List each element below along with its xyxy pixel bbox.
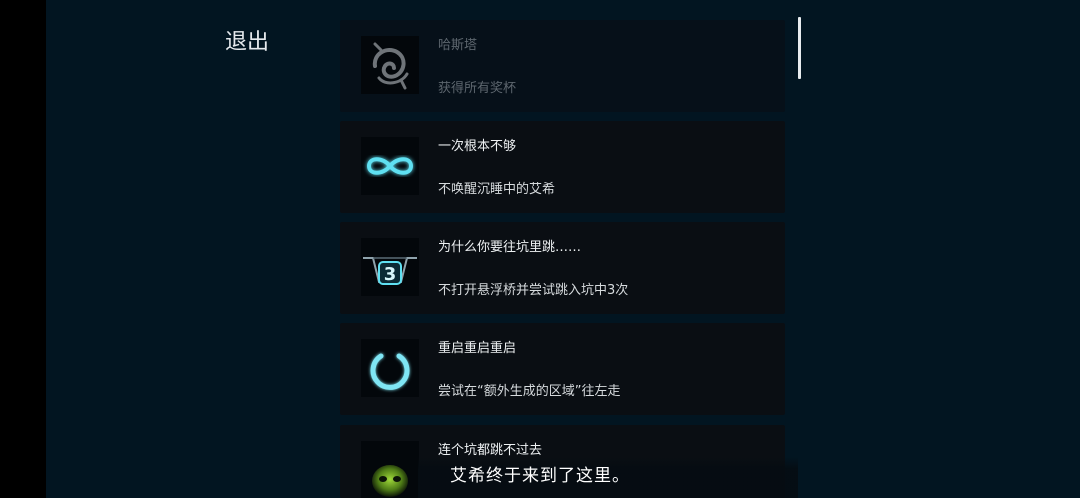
achievement-card-hastur[interactable]: 哈斯塔 获得所有奖杯 bbox=[340, 20, 785, 112]
achievement-description: 不唤醒沉睡中的艾希 bbox=[438, 182, 556, 197]
achievement-card-pit-jump[interactable]: 3 为什么你要往坑里跳…… 不打开悬浮桥并尝试跳入坑中3次 bbox=[340, 222, 785, 314]
achievement-title: 哈斯塔 bbox=[438, 38, 478, 53]
spiral-rune-icon bbox=[361, 36, 419, 94]
scrollbar[interactable] bbox=[798, 17, 801, 79]
achievement-title: 重启重启重启 bbox=[438, 341, 517, 356]
dialogue-subtitle: 艾希终于来到了这里。 bbox=[450, 466, 630, 486]
achievement-description: 不打开悬浮桥并尝试跳入坑中3次 bbox=[438, 283, 629, 298]
achievement-title: 为什么你要往坑里跳…… bbox=[438, 240, 582, 255]
achievements-screen: 退出 哈斯塔 获得所有奖杯 一次根本不够 不唤醒沉睡中的艾希 3 为什么你要往坑… bbox=[46, 0, 1080, 498]
achievement-card-restart[interactable]: 重启重启重启 尝试在“额外生成的区域”往左走 bbox=[340, 323, 785, 415]
pit-three-icon: 3 bbox=[361, 238, 419, 296]
achievement-description: 尝试在“额外生成的区域”往左走 bbox=[438, 384, 621, 399]
power-icon bbox=[361, 339, 419, 397]
achievement-description: 获得所有奖杯 bbox=[438, 81, 517, 96]
achievement-title: 连个坑都跳不过去 bbox=[438, 443, 543, 458]
exit-button[interactable]: 退出 bbox=[225, 24, 269, 56]
infinity-icon bbox=[361, 137, 419, 195]
achievement-card-not-enough[interactable]: 一次根本不够 不唤醒沉睡中的艾希 bbox=[340, 121, 785, 213]
pit-count-badge: 3 bbox=[384, 264, 397, 285]
achievement-title: 一次根本不够 bbox=[438, 139, 517, 154]
